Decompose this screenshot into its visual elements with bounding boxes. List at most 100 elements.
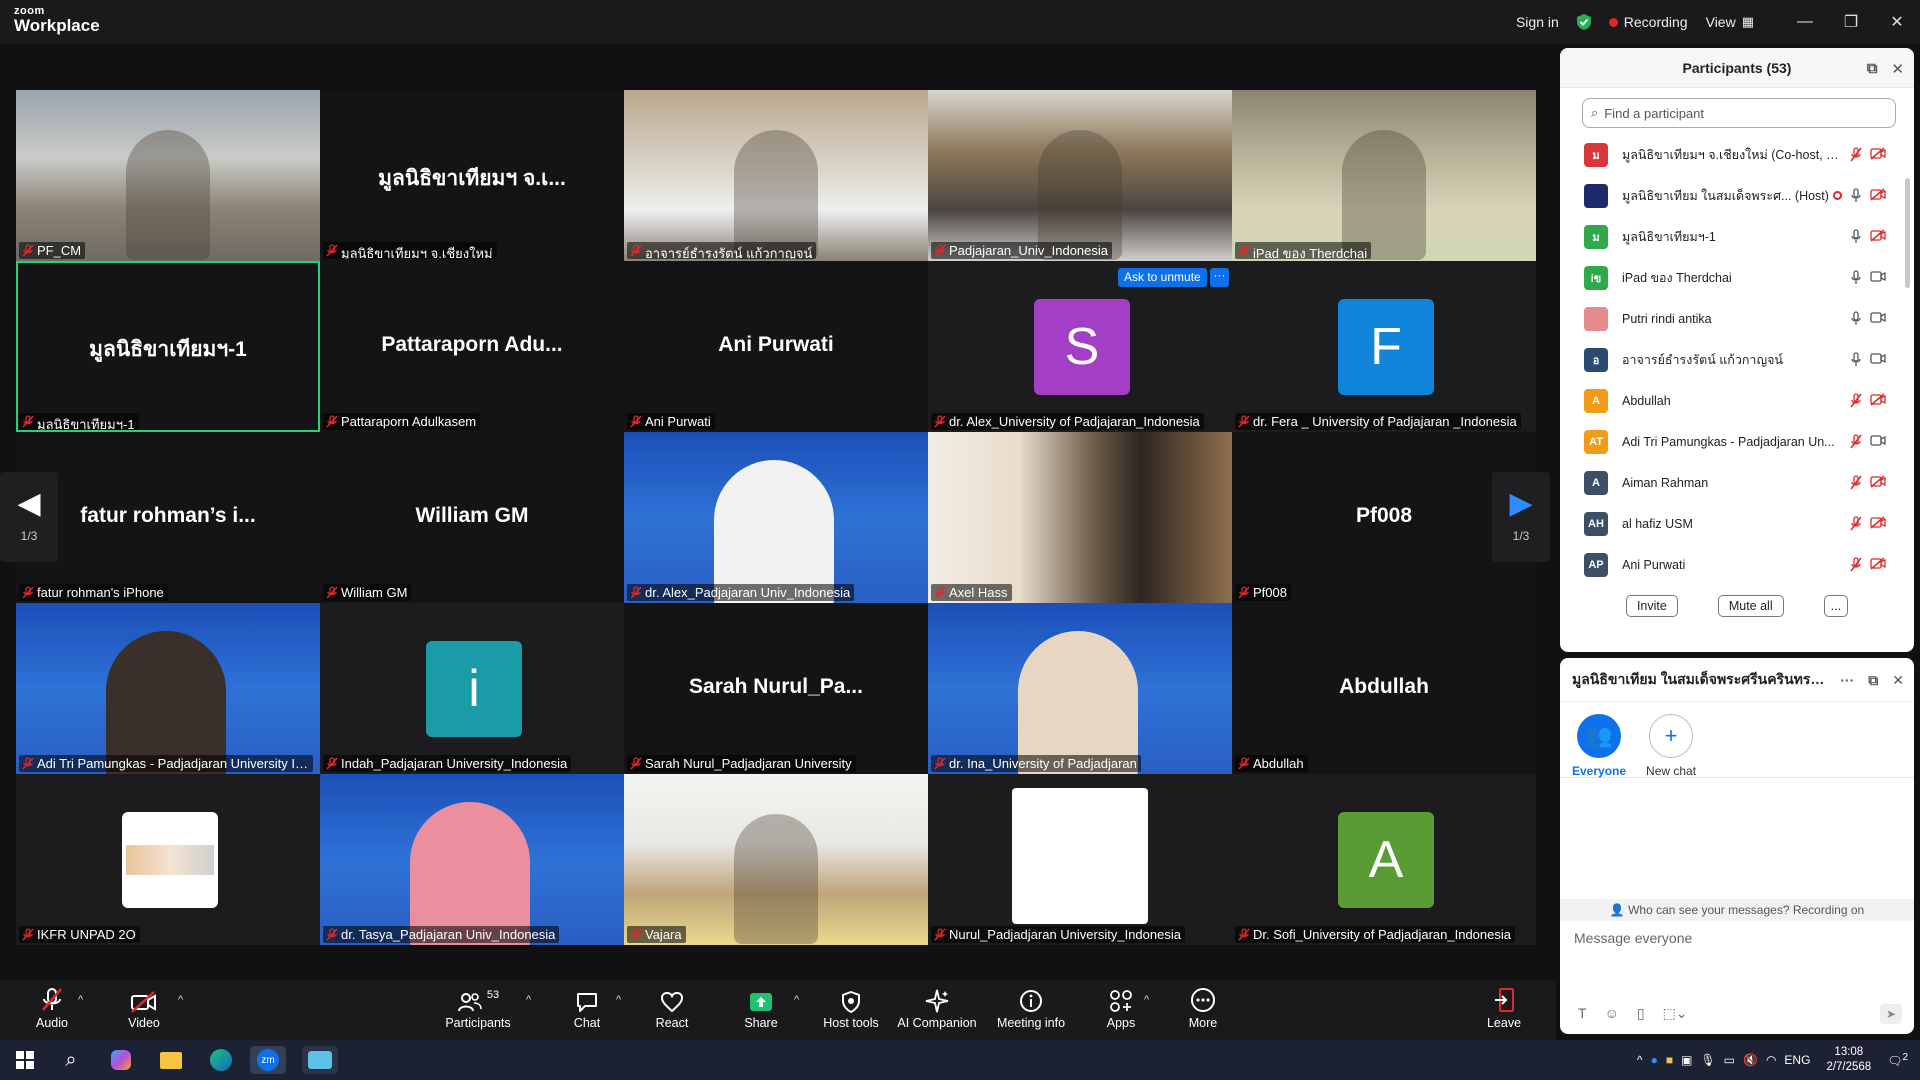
participant-row[interactable]: A Abdullah <box>1560 380 1914 421</box>
participant-row[interactable]: อ อาจารย์ธำรงรัตน์ แก้วกาญจน์ <box>1560 339 1914 380</box>
tray-widget-icon[interactable]: ▣ <box>1681 1053 1692 1067</box>
participant-row[interactable]: AH al hafiz USM <box>1560 503 1914 544</box>
restore-icon[interactable]: ❐ <box>1828 12 1874 32</box>
participant-tile[interactable]: Nurul_Padjadjaran University_Indonesia <box>928 774 1232 945</box>
zoom-tray-icon[interactable]: ● <box>1651 1053 1658 1067</box>
tile-more-button[interactable]: ··· <box>1210 268 1229 287</box>
participant-tile[interactable]: Padjajaran_Univ_Indonesia <box>928 90 1232 261</box>
participant-tile[interactable]: PF_CM <box>16 90 320 261</box>
participant-tile[interactable]: IKFR UNPAD 2O <box>16 774 320 945</box>
notification-icon[interactable]: 🗨2 <box>1887 1052 1908 1068</box>
chat-more-icon[interactable]: ··· <box>1840 672 1854 689</box>
participant-tile[interactable]: Fdr. Fera _ University of Padjajaran _In… <box>1232 261 1536 432</box>
audio-button[interactable]: Audio <box>30 980 74 1040</box>
chat-caret-icon[interactable]: ^ <box>616 994 621 1006</box>
participant-tile[interactable]: Sarah Nurul_Pa... Sarah Nurul_Padjadjaran… <box>624 603 928 774</box>
next-page-button[interactable]: ▶ 1/3 <box>1492 472 1550 562</box>
input-language[interactable]: ENG <box>1784 1053 1810 1067</box>
participant-row[interactable]: ม มูลนิธิขาเทียมฯ-1 <box>1560 216 1914 257</box>
participant-row[interactable]: Putri rindi antika <box>1560 298 1914 339</box>
file-icon[interactable]: ▯ <box>1637 1005 1645 1022</box>
view-button[interactable]: View ▦ <box>1706 14 1754 30</box>
chat-button[interactable]: Chat <box>570 980 604 1040</box>
wifi-icon[interactable]: ◠ <box>1766 1053 1776 1067</box>
chat-popout-icon[interactable]: ⧉ <box>1868 672 1878 689</box>
participant-row[interactable]: AT Adi Tri Pamungkas - Padjadjaran Un... <box>1560 421 1914 462</box>
emoji-icon[interactable]: ☺ <box>1605 1005 1619 1022</box>
participant-tile[interactable]: dr. Tasya_Padjajaran Univ_Indonesia <box>320 774 624 945</box>
participant-tile[interactable]: Pf008 Pf008 <box>1232 432 1536 603</box>
everyone-chat-tab[interactable]: 👥 Everyone <box>1572 714 1626 778</box>
ai-companion-button[interactable]: AI Companion <box>896 980 978 1040</box>
participant-tile[interactable]: Ani Purwati Ani Purwati <box>624 261 928 432</box>
participant-row[interactable]: iข iPad ของ Therdchai <box>1560 257 1914 298</box>
participant-tile[interactable]: A Dr. Sofi_University of Padjadjaran_Indo… <box>1232 774 1536 945</box>
prev-page-button[interactable]: ◀ 1/3 <box>0 472 58 562</box>
participant-tile[interactable]: Abdullah Abdullah <box>1232 603 1536 774</box>
screenshot-icon[interactable]: ⬚⌄ <box>1663 1005 1688 1022</box>
participant-tile[interactable]: มูลนิธิขาเทียมฯ-1 มูลนิธิขาเทียมฯ-1 <box>16 261 320 432</box>
search-taskbar-icon[interactable]: ⌕ <box>56 1046 86 1074</box>
copilot-icon[interactable] <box>106 1046 136 1074</box>
minimize-icon[interactable]: — <box>1782 13 1828 31</box>
participant-tile[interactable]: มูลนิธิขาเทียมฯ จ.เ... มูลนิธิขาเทียมฯ จ.… <box>320 90 624 261</box>
participant-tile[interactable]: dr. Ina_University of Padjadjaran <box>928 603 1232 774</box>
message-input[interactable]: Message everyone <box>1574 930 1692 946</box>
participant-tile[interactable]: i Indah_Padjajaran University_Indonesia <box>320 603 624 774</box>
invite-button[interactable]: Invite <box>1625 595 1678 617</box>
participant-tile[interactable]: อาจารย์ธำรงรัตน์ แก้วกาญจน์ <box>624 90 928 261</box>
app-tray-icon[interactable]: ■ <box>1666 1053 1673 1067</box>
participant-tile[interactable]: fatur rohman’s i... fatur rohman's iPhone <box>16 432 320 603</box>
encryption-shield-icon[interactable] <box>1575 13 1593 31</box>
close-window-icon[interactable]: ✕ <box>1874 12 1920 32</box>
ask-to-unmute-button[interactable]: Ask to unmute <box>1118 268 1207 287</box>
close-panel-icon[interactable]: ✕ <box>1891 60 1904 78</box>
participants-caret-icon[interactable]: ^ <box>526 994 531 1006</box>
participant-tile[interactable]: dr. Alex_Padjajaran Univ_Indonesia <box>624 432 928 603</box>
new-chat-button[interactable]: + New chat <box>1646 714 1696 778</box>
apps-button[interactable]: Apps <box>1104 980 1138 1040</box>
participant-tile[interactable]: Adi Tri Pamungkas - Padjadjaran Universi… <box>16 603 320 774</box>
participant-search-input[interactable]: ⌕ Find a participant <box>1582 98 1896 128</box>
popout-icon[interactable]: ⧉ <box>1867 60 1878 78</box>
leave-button[interactable]: Leave <box>1486 980 1522 1040</box>
text-format-icon[interactable]: T <box>1578 1005 1587 1022</box>
tray-overflow-icon[interactable]: ^ <box>1637 1053 1643 1067</box>
share-button[interactable]: Share <box>742 980 780 1040</box>
edge-browser-icon[interactable] <box>206 1046 236 1074</box>
participant-row[interactable]: ม มูลนิธิขาเทียมฯ จ.เชียงใหม่ (Co-host, m… <box>1560 134 1914 175</box>
participant-tile[interactable]: iPad ของ Therdchai <box>1232 90 1536 261</box>
participant-list-scrollbar[interactable] <box>1905 178 1910 288</box>
audio-options-caret-icon[interactable]: ^ <box>78 994 83 1006</box>
chat-close-icon[interactable]: ✕ <box>1892 672 1904 689</box>
meeting-info-button[interactable]: Meeting info <box>996 980 1066 1040</box>
clock[interactable]: 13:08 2/7/2568 <box>1826 1045 1871 1075</box>
chat-visibility-notice[interactable]: 👤 Who can see your messages? Recording o… <box>1560 899 1914 921</box>
participants-more-button[interactable]: ... <box>1823 595 1849 617</box>
volume-muted-icon[interactable]: 🔇 <box>1743 1053 1758 1067</box>
zoom-taskbar-icon[interactable]: zm <box>250 1046 286 1074</box>
participant-row[interactable]: มูลนิธิขาเทียม ในสมเด็จพระศ... (Host) <box>1560 175 1914 216</box>
participant-tile[interactable]: Vajara <box>624 774 928 945</box>
microphone-tray-icon[interactable]: 🎙 <box>1700 1053 1715 1067</box>
more-button[interactable]: More <box>1186 980 1220 1040</box>
participant-row[interactable]: A Aiman Rahman <box>1560 462 1914 503</box>
zoom-meeting-taskbar-icon[interactable] <box>302 1046 338 1074</box>
video-options-caret-icon[interactable]: ^ <box>178 994 183 1006</box>
react-button[interactable]: React <box>652 980 692 1040</box>
sign-in-button[interactable]: Sign in <box>1516 14 1559 30</box>
mute-all-button[interactable]: Mute all <box>1717 595 1784 617</box>
apps-caret-icon[interactable]: ^ <box>1144 994 1149 1006</box>
participant-tile[interactable]: Pattaraporn Adu... Pattaraporn Adulkasem <box>320 261 624 432</box>
participant-row[interactable]: AP Ani Purwati <box>1560 544 1914 585</box>
participant-tile[interactable]: William GM William GM <box>320 432 624 603</box>
participants-button[interactable]: 53 Participants <box>444 980 512 1040</box>
share-caret-icon[interactable]: ^ <box>794 994 799 1006</box>
file-explorer-icon[interactable] <box>156 1046 186 1074</box>
participant-tile[interactable]: Axel Hass <box>928 432 1232 603</box>
recording-indicator[interactable]: Recording <box>1608 14 1688 30</box>
host-tools-button[interactable]: Host tools <box>820 980 882 1040</box>
display-tray-icon[interactable]: ▭ <box>1724 1053 1735 1067</box>
send-icon[interactable]: ➤ <box>1880 1004 1902 1024</box>
windows-start-icon[interactable] <box>10 1046 40 1074</box>
